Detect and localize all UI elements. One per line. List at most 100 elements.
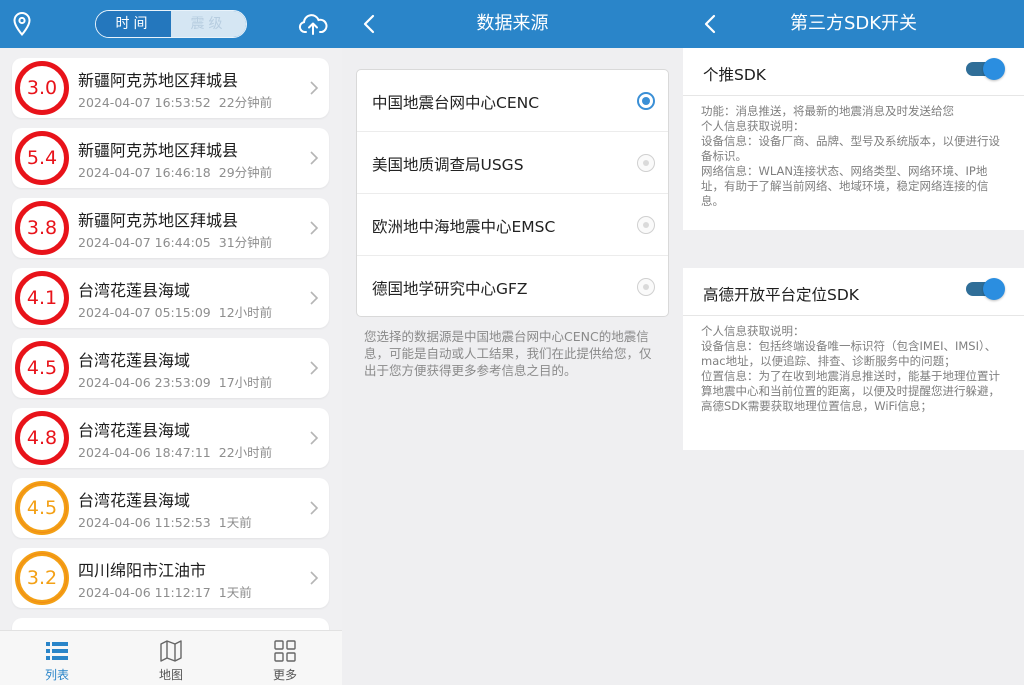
earthquake-card[interactable]: 4.5 台湾花莲县海域 2024-04-06 11:52:53 1天前: [12, 478, 329, 538]
event-time-ago: 31分钟前: [218, 235, 273, 250]
magnitude-badge: 4.8: [15, 411, 69, 465]
bottom-tab-bar: 列表 地图 更多: [0, 630, 342, 685]
event-time-ago: 1天前: [218, 585, 252, 600]
sdk-amap-section: 高德开放平台定位SDK 个人信息获取说明： 设备信息：包括终端设备唯一标识符（包…: [683, 268, 1024, 450]
tab-more[interactable]: 更多: [228, 631, 342, 685]
event-time-ago: 17小时前: [218, 375, 273, 390]
event-time-ago: 22小时前: [218, 445, 273, 460]
earthquake-card[interactable]: 3.0 新疆阿克苏地区拜城县 2024-04-07 16:53:52 22分钟前: [12, 58, 329, 118]
data-source-options: 中国地震台网中心CENC 美国地质调查局USGS 欧洲地中海地震中心EMSC 德…: [356, 69, 669, 317]
chevron-right-icon: [310, 571, 319, 585]
source-option-usgs[interactable]: 美国地质调查局USGS: [357, 132, 668, 194]
sort-by-time-tab[interactable]: 时间: [96, 11, 171, 37]
list-icon: [46, 642, 68, 660]
sort-by-magnitude-tab[interactable]: 震级: [171, 11, 246, 37]
event-time: 2024-04-06 11:52:53: [78, 515, 211, 530]
data-source-topbar: 数据来源: [342, 0, 683, 48]
event-location: 新疆阿克苏地区拜城县: [78, 71, 239, 90]
cloud-upload-icon[interactable]: [298, 12, 328, 36]
data-source-screen: 数据来源 中国地震台网中心CENC 美国地质调查局USGS 欧洲地中海地震中心E…: [342, 0, 683, 685]
earthquake-card[interactable]: 4.8 台湾花莲县海域 2024-04-06 18:47:11 22小时前: [12, 408, 329, 468]
data-source-note: 您选择的数据源是中国地震台网中心CENC的地震信息，可能是自动或人工结果，我们在…: [364, 329, 652, 378]
event-time: 2024-04-07 16:46:18: [78, 165, 211, 180]
sdk-description-line: 位置信息：为了在收到地震消息推送时，能基于地理位置计算地震中心和当前位置的距离，…: [701, 369, 1000, 413]
page-title: 第三方SDK开关: [789, 13, 918, 34]
event-location: 新疆阿克苏地区拜城县: [78, 211, 239, 230]
event-time: 2024-04-07 16:53:52: [78, 95, 211, 110]
earthquake-card[interactable]: 4.5 台湾花莲县海域 2024-04-06 23:53:09 17小时前: [12, 338, 329, 398]
sdk-amap-toggle[interactable]: [966, 278, 1005, 300]
radio-unselected-icon[interactable]: [637, 278, 655, 296]
event-time: 2024-04-06 11:12:17: [78, 585, 211, 600]
tab-list-label: 列表: [44, 668, 69, 682]
event-time-ago: 12小时前: [218, 305, 273, 320]
source-option-label: 欧洲地中海地震中心EMSC: [372, 218, 556, 236]
sdk-description: 功能：消息推送，将最新的地震消息及时发送给您 个人信息获取说明： 设备信息：设备…: [683, 96, 1024, 219]
earthquake-card[interactable]: 3.2 四川绵阳市江油市 2024-04-06 11:12:17 1天前: [12, 548, 329, 608]
sdk-description: 个人信息获取说明： 设备信息：包括终端设备唯一标识符（包含IMEI、IMSI）、…: [683, 316, 1024, 424]
sdk-description-line: 设备信息：设备厂商、品牌、型号及系统版本，以便进行设备标识。: [701, 134, 1000, 163]
tab-list[interactable]: 列表: [0, 631, 114, 685]
event-time: 2024-04-07 05:15:09: [78, 305, 211, 320]
radio-unselected-icon[interactable]: [637, 216, 655, 234]
tab-map[interactable]: 地图: [114, 631, 228, 685]
event-location: 台湾花莲县海域: [78, 281, 191, 300]
source-option-label: 德国地学研究中心GFZ: [372, 280, 528, 298]
earthquake-card[interactable]: [12, 618, 329, 630]
event-location: 四川绵阳市江油市: [78, 561, 207, 580]
earthquake-card[interactable]: 5.4 新疆阿克苏地区拜城县 2024-04-07 16:46:18 29分钟前: [12, 128, 329, 188]
sort-segmented-control: 时间 震级: [95, 10, 247, 38]
magnitude-badge: 3.0: [15, 61, 69, 115]
page-title: 数据来源: [476, 13, 549, 34]
event-location: 新疆阿克苏地区拜城县: [78, 141, 239, 160]
chevron-right-icon: [310, 431, 319, 445]
earthquake-card[interactable]: 3.8 新疆阿克苏地区拜城县 2024-04-07 16:44:05 31分钟前: [12, 198, 329, 258]
event-timestamp: 2024-04-06 23:53:09 17小时前: [78, 372, 272, 391]
source-option-cenc[interactable]: 中国地震台网中心CENC: [357, 70, 668, 132]
chevron-right-icon: [310, 221, 319, 235]
tab-map-label: 地图: [158, 668, 183, 682]
chevron-right-icon: [310, 501, 319, 515]
list-topbar: 时间 震级: [0, 0, 342, 48]
earthquake-list: 3.0 新疆阿克苏地区拜城县 2024-04-07 16:53:52 22分钟前 …: [0, 48, 342, 630]
sdk-description-line: 功能：消息推送，将最新的地震消息及时发送给您: [701, 104, 954, 118]
radio-unselected-icon[interactable]: [637, 154, 655, 172]
radio-selected-icon[interactable]: [637, 92, 655, 110]
sdk-name: 个推SDK: [703, 66, 766, 84]
magnitude-badge: 4.5: [15, 341, 69, 395]
earthquake-list-screen: 时间 震级 3.0 新疆阿克苏地区拜城县 2024-04-07 16:53:52…: [0, 0, 342, 685]
event-location: 台湾花莲县海域: [78, 491, 191, 510]
sdk-description-line: 个人信息获取说明：: [701, 324, 805, 338]
location-pin-icon[interactable]: [10, 11, 34, 37]
sdk-topbar: 第三方SDK开关: [683, 0, 1024, 48]
sdk-description-line: 设备信息：包括终端设备唯一标识符（包含IMEI、IMSI）、mac地址，以便追踪…: [701, 339, 997, 368]
event-location: 台湾花莲县海域: [78, 421, 191, 440]
source-option-emsc[interactable]: 欧洲地中海地震中心EMSC: [357, 194, 668, 256]
source-option-gfz[interactable]: 德国地学研究中心GFZ: [357, 256, 668, 316]
sdk-getui-row: 个推SDK: [683, 48, 1024, 96]
event-time: 2024-04-06 18:47:11: [78, 445, 211, 460]
source-option-label: 中国地震台网中心CENC: [372, 94, 540, 112]
sdk-getui-toggle[interactable]: [966, 58, 1005, 80]
magnitude-badge: 4.1: [15, 271, 69, 325]
chevron-right-icon: [310, 291, 319, 305]
earthquake-card[interactable]: 4.1 台湾花莲县海域 2024-04-07 05:15:09 12小时前: [12, 268, 329, 328]
event-timestamp: 2024-04-06 18:47:11 22小时前: [78, 442, 272, 461]
tab-more-label: 更多: [272, 668, 297, 682]
sdk-description-line: 个人信息获取说明：: [701, 119, 805, 133]
event-location: 台湾花莲县海域: [78, 351, 191, 370]
event-time-ago: 1天前: [218, 515, 252, 530]
magnitude-badge: 4.5: [15, 481, 69, 535]
event-timestamp: 2024-04-07 16:53:52 22分钟前: [78, 92, 272, 111]
grid-icon: [274, 640, 296, 662]
event-timestamp: 2024-04-06 11:12:17 1天前: [78, 582, 252, 601]
event-timestamp: 2024-04-07 16:44:05 31分钟前: [78, 232, 272, 251]
event-timestamp: 2024-04-06 11:52:53 1天前: [78, 512, 252, 531]
map-icon: [160, 640, 182, 662]
sdk-amap-row: 高德开放平台定位SDK: [683, 268, 1024, 316]
sdk-name: 高德开放平台定位SDK: [703, 286, 859, 304]
event-time: 2024-04-07 16:44:05: [78, 235, 211, 250]
event-time-ago: 29分钟前: [218, 165, 273, 180]
chevron-right-icon: [310, 151, 319, 165]
sdk-description-line: 网络信息：WLAN连接状态、网络类型、网络环境、IP地址，有助于了解当前网络、地…: [701, 164, 989, 208]
